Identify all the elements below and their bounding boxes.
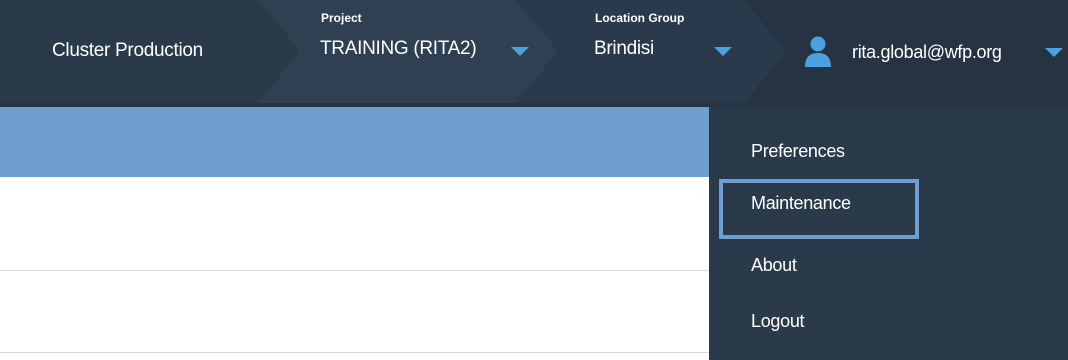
- menu-item-logout[interactable]: Logout: [719, 297, 919, 345]
- user-chevron-down-icon: [1045, 48, 1063, 57]
- page-subheader-bar: [0, 107, 709, 177]
- user-menu-toggle[interactable]: rita.global@wfp.org: [786, 0, 1068, 103]
- project-caption: Project: [321, 11, 362, 25]
- cluster-label: Cluster Production: [52, 40, 203, 61]
- project-chevron-down-icon: [511, 47, 529, 56]
- user-dropdown-menu: Preferences Maintenance About Logout: [709, 107, 1068, 360]
- menu-item-maintenance[interactable]: Maintenance: [719, 179, 919, 239]
- row-divider: [0, 352, 709, 353]
- cluster-selector[interactable]: Cluster Production: [0, 0, 300, 103]
- project-value: TRAINING (RITA2): [320, 38, 477, 59]
- menu-item-preferences[interactable]: Preferences: [719, 127, 919, 175]
- user-icon: [805, 36, 831, 67]
- location-group-chevron-down-icon: [714, 47, 732, 56]
- menu-item-about[interactable]: About: [719, 241, 919, 289]
- location-group-caption: Location Group: [595, 11, 685, 25]
- location-group-value: Brindisi: [594, 38, 654, 59]
- row-divider: [0, 270, 709, 271]
- user-email: rita.global@wfp.org: [852, 42, 1002, 62]
- project-selector[interactable]: Project TRAINING (RITA2): [258, 0, 558, 103]
- top-navigation-bar: Cluster Production Project TRAINING (RIT…: [0, 0, 1068, 107]
